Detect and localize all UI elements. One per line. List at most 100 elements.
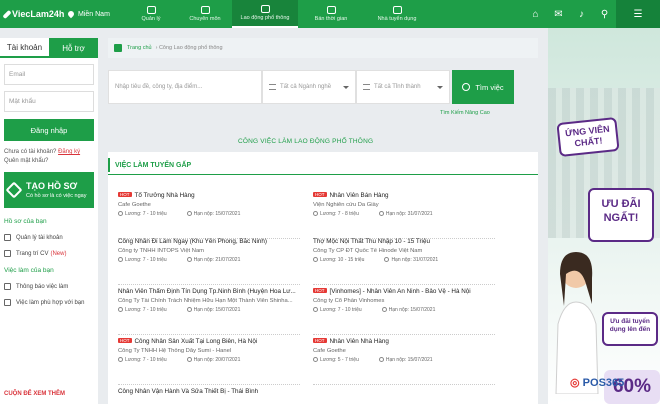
clock-icon [186, 307, 192, 312]
job-item[interactable]: HOT Nhân Viên Nhà Hàng Cafe Goethe Lương: 5… [313, 338, 503, 385]
login-button[interactable]: Đăng nhập [4, 119, 94, 141]
sidebar-item-account[interactable]: Quản lý tài khoản [4, 234, 94, 241]
sidebar-tabs: Tài khoản Hỗ trợ [0, 38, 98, 58]
logo-icon [2, 9, 12, 19]
nav-item-nha-tuyen-dung[interactable]: Nhà tuyển dụng [364, 0, 430, 28]
password-field[interactable]: Mật khẩu [4, 91, 94, 112]
logo-text: ViecLam24h [12, 9, 65, 19]
job-title[interactable]: HOT Công Nhân Sản Xuất Tại Long Biên, Hà … [118, 338, 308, 345]
top-navbar: ViecLam24h Miền Nam Quản lý Chuyên môn L… [0, 0, 660, 28]
money-icon [313, 257, 318, 262]
ad-bubble-3: Ưu đãi tuyển dụng lên đến [602, 312, 658, 346]
job-company[interactable]: Cafe Goethe [313, 348, 503, 354]
search-input[interactable]: Nhập tiêu đề, công ty, địa điểm... [108, 70, 262, 104]
breadcrumb-home[interactable]: Trang chủ [127, 45, 152, 51]
job-meta: Lương: 7 - 8 triệu Hạn nộp: 31/07/2021 [313, 211, 503, 217]
job-item[interactable]: Công Nhân Vận Hành Và Sửa Thiết Bị - Thá… [118, 388, 308, 395]
forgot-password-link[interactable]: Quên mật khẩu? [4, 158, 48, 164]
create-cv-button[interactable]: TẠO HỒ SƠ Có hồ sơ là có việc ngay [4, 172, 94, 208]
nav-item-quan-ly[interactable]: Quản lý [124, 0, 178, 28]
job-divider [118, 284, 300, 285]
job-company[interactable]: Công Ty CP ĐT Quốc Tế Hinode Việt Nam [313, 248, 503, 254]
salary-label: Lương: [125, 357, 142, 363]
deadline-label: Hạn nộp: [385, 357, 407, 363]
job-deadline: Hạn nộp: 15/07/2021 [381, 307, 435, 313]
bell-outline-icon [4, 283, 11, 290]
job-title[interactable]: HOT Nhân Viên Bán Hàng [313, 192, 503, 199]
job-divider [313, 384, 495, 385]
job-company[interactable]: Công ty TNHH INTOPS Việt Nam [118, 248, 308, 254]
sidebar-item-cv-decor[interactable]: Trang trí CV (New) [4, 250, 94, 257]
job-item[interactable]: HOT Tổ Trưởng Nhà Hàng Cafe Goethe Lương: 7… [118, 192, 308, 239]
nav-item-lao-dong-pho-thong[interactable]: Lao động phổ thông [232, 0, 298, 28]
job-title-text: Nhân Viên Nhà Hàng [329, 338, 389, 345]
region-selector[interactable]: Miền Nam [62, 0, 124, 28]
job-company[interactable]: Viện Nghiên cứu Da Giày [313, 202, 503, 208]
bell-icon[interactable]: ♪ [570, 0, 593, 28]
salary-value: 7 - 10 triệu [142, 307, 167, 313]
location-select[interactable]: Tất cả Tỉnh thành [356, 70, 450, 104]
salary-label: Lương: [320, 211, 337, 217]
job-item[interactable]: HOT [Vinhomes] - Nhân Viên An Ninh - Bảo … [313, 288, 503, 335]
salary-label: Lương: [320, 357, 337, 363]
job-title[interactable]: HOT Nhân Viên Nhà Hàng [313, 338, 503, 345]
sidebar-item-job-alerts[interactable]: Thông báo việc làm [4, 283, 94, 290]
job-title-text: Công Nhân Sản Xuất Tại Long Biên, Hà Nội [134, 338, 258, 345]
tab-account[interactable]: Tài khoản [0, 38, 49, 58]
job-company[interactable]: Công Ty Tài Chính Trách Nhiệm Hữu Hạn Mộ… [118, 298, 308, 304]
job-item[interactable]: HOT Nhân Viên Bán Hàng Viện Nghiên cứu Da … [313, 192, 503, 239]
job-company[interactable]: Công ty Cổ Phần Vinhomes [313, 298, 503, 304]
job-meta: Lương: 7 - 10 triệu Hạn nộp: 15/07/2021 [313, 307, 503, 313]
job-deadline: Hạn nộp: 21/07/2021 [186, 257, 241, 263]
pos365-logo: ◎ POS365 [570, 376, 624, 389]
search-icon[interactable]: ⚲ [593, 0, 616, 28]
money-icon [118, 257, 123, 262]
sidebar-item-label: Trang trí CV [16, 250, 49, 257]
job-title[interactable]: Công Nhân Đi Làm Ngay (Khu Yên Phong, Bắ… [118, 238, 308, 245]
jobs-section-title: Việc làm của bạn [4, 267, 54, 274]
job-salary: Lương: 7 - 10 triệu [118, 357, 167, 363]
job-title[interactable]: Công Nhân Vận Hành Và Sửa Thiết Bị - Thá… [118, 388, 308, 395]
job-company[interactable]: Cafe Goethe [118, 202, 308, 208]
register-link[interactable]: Đăng ký [58, 149, 80, 155]
employer-icon [392, 6, 402, 14]
job-title[interactable]: HOT [Vinhomes] - Nhân Viên An Ninh - Bảo … [313, 288, 503, 295]
job-item[interactable]: HOT Công Nhân Sản Xuất Tại Long Biên, Hà … [118, 338, 308, 385]
job-title-text: Thợ Mộc Nội Thất Thu Nhập 10 - 15 Triệu [313, 238, 430, 245]
deadline-value: 21/07/2021 [215, 257, 241, 263]
deadline-label: Hạn nộp: [391, 257, 412, 263]
nav-label: Bán thời gian [314, 16, 348, 22]
job-title[interactable]: Thợ Mộc Nội Thất Thu Nhập 10 - 15 Triệu [313, 238, 503, 245]
clock-icon [326, 6, 336, 14]
salary-label: Lương: [125, 257, 142, 263]
job-company[interactable]: Công Ty TNHH Hệ Thống Dây Sumi - Hanel [118, 348, 308, 354]
search-button-label: Tìm việc [475, 82, 504, 92]
job-divider [118, 334, 300, 335]
hot-badge: HOT [118, 338, 132, 343]
scroll-more-link[interactable]: CUỘN ĐỂ XEM THÊM [4, 391, 65, 397]
job-deadline: Hạn nộp: 20/07/2021 [186, 357, 240, 363]
email-field[interactable]: Email [4, 64, 94, 85]
job-item[interactable]: Thợ Mộc Nội Thất Thu Nhập 10 - 15 Triệu C… [313, 238, 503, 285]
ad-banner[interactable]: ỨNG VIÊN CHẤT! ƯU ĐÃI NGẤT! Ưu đãi tuyển… [548, 28, 660, 404]
deadline-value: 15/07/2021 [407, 357, 433, 363]
job-title[interactable]: HOT Tổ Trưởng Nhà Hàng [118, 192, 308, 199]
home-icon[interactable]: ⌂ [524, 0, 547, 28]
search-button[interactable]: Tìm việc [452, 70, 514, 104]
menu-icon[interactable]: ☰ [616, 0, 660, 28]
job-item[interactable]: Công Nhân Đi Làm Ngay (Khu Yên Phong, Bắ… [118, 238, 308, 285]
chat-icon[interactable]: ✉ [547, 0, 570, 28]
clock-icon [186, 211, 192, 216]
sidebar-item-matching-jobs[interactable]: Việc làm phù hợp với bạn [4, 299, 94, 306]
category-select[interactable]: Tất cả Ngành nghề [262, 70, 356, 104]
advanced-search-link[interactable]: Tìm Kiếm Nâng Cao [440, 110, 490, 116]
nav-item-ban-thoi-gian[interactable]: Bán thời gian [298, 0, 364, 28]
site-logo[interactable]: ViecLam24h [0, 0, 65, 28]
money-icon [313, 307, 318, 312]
nav-item-chuyen-mon[interactable]: Chuyên môn [178, 0, 232, 28]
home-icon[interactable] [114, 44, 122, 52]
section-title: CÔNG VIỆC LÀM LAO ĐỘNG PHỔ THÔNG [238, 138, 374, 145]
tab-support[interactable]: Hỗ trợ [49, 38, 98, 58]
job-title[interactable]: Nhân Viên Thẩm Định Tín Dụng Tp.Ninh Bìn… [118, 288, 308, 295]
job-item[interactable]: Nhân Viên Thẩm Định Tín Dụng Tp.Ninh Bìn… [118, 288, 308, 335]
